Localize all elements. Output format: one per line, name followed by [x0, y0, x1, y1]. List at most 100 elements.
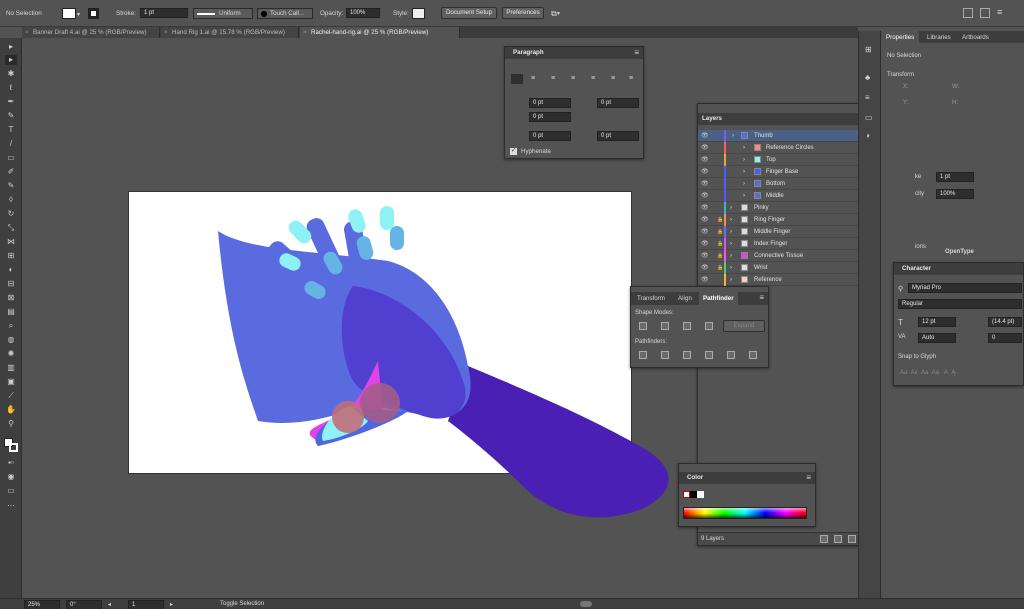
curvature-icon[interactable]: ✎ — [5, 111, 17, 121]
stroke-swatch[interactable] — [88, 8, 99, 19]
magic-wand-icon[interactable]: ✱ — [5, 69, 17, 79]
visibility-icon[interactable]: 👁 — [701, 142, 709, 154]
minus-front-icon[interactable] — [661, 322, 669, 330]
opacity-field[interactable]: 100% — [936, 189, 974, 199]
expand-icon[interactable]: › — [730, 262, 732, 274]
line-tool-icon[interactable]: / — [5, 139, 17, 149]
next-artboard-icon[interactable]: ▸ — [170, 601, 173, 608]
tab-hand-rig[interactable]: × Hand Rig 1.ai @ 15.78 % (RGB/Preview) — [161, 27, 299, 38]
symbol-sprayer-icon[interactable]: ✺ — [5, 349, 17, 359]
mesh-icon[interactable]: ⊠ — [5, 293, 17, 303]
transform-icon[interactable] — [980, 8, 990, 18]
opacity-field[interactable]: 100% — [346, 8, 380, 18]
left-indent-field[interactable]: 0 pt — [529, 98, 571, 108]
space-after-field[interactable]: 0 pt — [597, 131, 639, 141]
opentype-tab[interactable]: OpenType — [945, 249, 974, 255]
rotate-icon[interactable]: ↻ — [5, 209, 17, 219]
align-right-icon[interactable]: ≡ — [551, 75, 555, 82]
close-icon[interactable]: × — [25, 27, 29, 38]
color-guide-icon[interactable]: ⊞ — [865, 45, 872, 54]
merge-icon[interactable] — [683, 351, 691, 359]
expand-icon[interactable]: › — [730, 250, 732, 262]
hand-artwork[interactable] — [128, 191, 688, 531]
trim-icon[interactable] — [661, 351, 669, 359]
divide-icon[interactable] — [639, 351, 647, 359]
font-style-field[interactable]: Regular — [898, 299, 1022, 309]
font-search-icon[interactable]: ⚲ — [898, 285, 903, 293]
tab-pathfinder[interactable]: Pathfinder — [699, 292, 738, 305]
pen-tool-icon[interactable]: ✒ — [5, 97, 17, 107]
shape-builder-icon[interactable]: ◐ — [5, 265, 17, 275]
document-setup-button[interactable]: Document Setup — [441, 7, 497, 19]
exclude-icon[interactable] — [705, 322, 713, 330]
color-mode-icon[interactable]: ▪▫ — [5, 458, 17, 468]
color-spectrum[interactable] — [683, 507, 807, 519]
artboard-tool-icon[interactable]: ▣ — [5, 377, 17, 387]
visibility-icon[interactable]: 👁 — [701, 154, 709, 166]
brush-select[interactable]: Touch Call... — [257, 8, 313, 19]
visibility-icon[interactable]: 👁 — [701, 226, 709, 238]
horizontal-scrollbar[interactable] — [580, 601, 592, 607]
expand-icon[interactable]: › — [743, 142, 745, 154]
prev-artboard-icon[interactable]: ◂ — [108, 601, 111, 608]
kerning-field[interactable]: Auto — [918, 333, 956, 343]
space-before-field[interactable]: 0 pt — [529, 131, 571, 141]
zoom-field[interactable]: 25% — [24, 600, 60, 609]
expand-icon[interactable]: › — [732, 130, 734, 142]
panel-menu-icon[interactable]: ≡ — [759, 293, 764, 302]
expand-icon[interactable]: › — [730, 238, 732, 250]
visibility-icon[interactable]: 👁 — [701, 166, 709, 178]
align-left-icon[interactable] — [511, 74, 523, 84]
crop-icon[interactable] — [705, 351, 713, 359]
tab-rachel-hand-rig[interactable]: × Rachel-hand-rig.ai @ 25 % (RGB/Preview) — [300, 27, 460, 38]
graph-tool-icon[interactable]: ▥ — [5, 363, 17, 373]
direct-selection-tool-icon[interactable]: ▸ — [5, 55, 17, 65]
export-icon[interactable] — [820, 535, 828, 543]
artboard-number-field[interactable]: 1 — [128, 600, 164, 609]
black-swatch[interactable] — [690, 491, 697, 498]
white-swatch[interactable] — [697, 491, 704, 498]
draw-mode-icon[interactable]: ◉ — [5, 472, 17, 482]
lock-icon[interactable]: 🔒 — [717, 238, 723, 250]
free-transform-icon[interactable]: ⊞ — [5, 251, 17, 261]
expand-icon[interactable]: › — [730, 274, 732, 286]
gradient-icon[interactable]: ▤ — [5, 307, 17, 317]
expand-button[interactable]: Expand — [723, 320, 765, 332]
first-line-indent-field[interactable]: 0 pt — [529, 112, 571, 122]
rotate-view-field[interactable]: 0° — [66, 600, 102, 609]
lock-icon[interactable]: 🔒 — [717, 250, 723, 262]
leading-field[interactable]: (14.4 pt) — [988, 317, 1022, 327]
eyedropper-icon[interactable]: ⌕ — [5, 321, 17, 331]
lock-icon[interactable]: 🔒 — [717, 226, 723, 238]
hyphenate-checkbox[interactable]: ✓ — [510, 148, 517, 155]
stroke-weight-field[interactable]: 1 pt — [936, 172, 974, 182]
justify-left-icon[interactable]: ≡ — [571, 75, 575, 82]
style-swatch[interactable] — [412, 8, 425, 19]
selection-tool-icon[interactable]: ▸ — [5, 42, 17, 52]
panel-menu-icon[interactable]: ≡ — [806, 473, 811, 482]
expand-icon[interactable]: › — [730, 226, 732, 238]
tab-artboards[interactable]: Artboards — [962, 34, 989, 41]
justify-center-icon[interactable]: ≡ — [591, 75, 595, 82]
intersect-icon[interactable] — [683, 322, 691, 330]
expand-icon[interactable]: › — [730, 214, 732, 226]
tab-align[interactable]: Align — [678, 295, 692, 302]
visibility-icon[interactable]: 👁 — [701, 178, 709, 190]
shaper-icon[interactable]: ✎ — [5, 181, 17, 191]
right-indent-field[interactable]: 0 pt — [597, 98, 639, 108]
stroke-profile-select[interactable]: Uniform — [193, 8, 253, 19]
unite-icon[interactable] — [639, 322, 647, 330]
panel-menu-icon[interactable]: ≡ — [634, 48, 639, 57]
fill-swatch[interactable] — [62, 8, 76, 19]
symbols-icon[interactable]: ♣ — [865, 73, 870, 82]
more-tools-icon[interactable]: ⋯ — [5, 501, 17, 511]
font-family-field[interactable]: Myriad Pro — [908, 283, 1022, 293]
eraser-icon[interactable]: ◊ — [5, 195, 17, 205]
stroke-weight-field[interactable]: 1 pt — [140, 8, 188, 18]
hand-tool-icon[interactable]: ✋ — [5, 405, 17, 415]
tab-libraries[interactable]: Libraries — [927, 34, 951, 41]
visibility-icon[interactable]: 👁 — [701, 262, 709, 274]
zoom-tool-icon[interactable]: ⚲ — [5, 419, 17, 429]
align-icon[interactable] — [963, 8, 973, 18]
perspective-icon[interactable]: ⊟ — [5, 279, 17, 289]
